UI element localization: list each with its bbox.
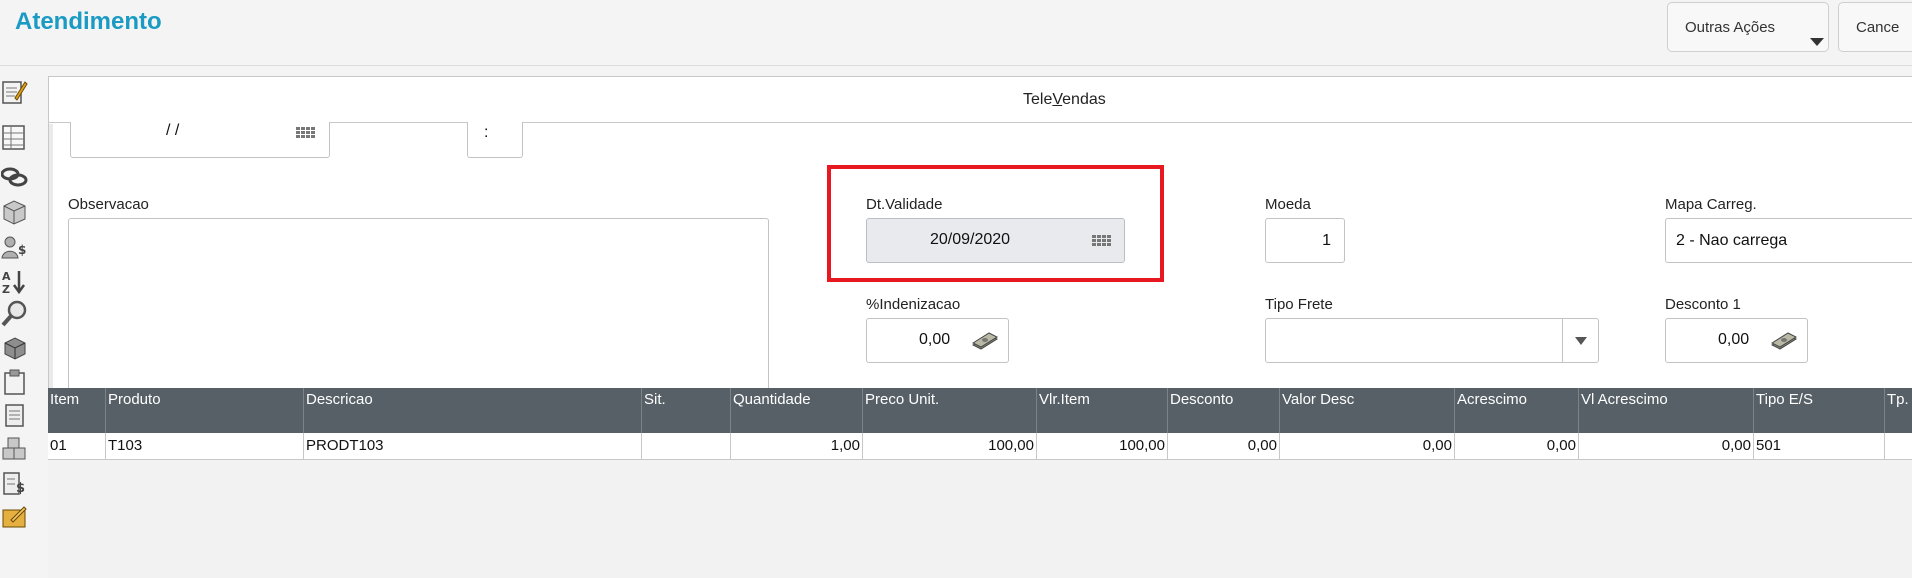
moeda-field[interactable]: 1 (1265, 218, 1345, 263)
product-box-icon[interactable] (1, 198, 28, 225)
tipo-frete-dropdown-button[interactable] (1562, 319, 1598, 362)
grid-col-preco-unit[interactable]: Preco Unit. (862, 388, 1036, 433)
tipo-frete-label: Tipo Frete (1265, 296, 1333, 313)
cancel-button[interactable]: Cance (1838, 2, 1912, 52)
left-toolbar: $ A Z $ (0, 76, 30, 578)
grid-cell-sit[interactable] (641, 433, 730, 460)
svg-text:$: $ (16, 481, 25, 496)
grid-col-acrescimo[interactable]: Acrescimo (1454, 388, 1578, 433)
money-icon[interactable] (971, 331, 999, 351)
grid-col-desconto[interactable]: Desconto (1167, 388, 1279, 433)
panel-titlebar: TeleVendas (49, 77, 1912, 123)
grid-cell-tipo-es[interactable]: 501 (1753, 433, 1884, 460)
clipboard-icon[interactable] (1, 368, 28, 395)
desconto1-field[interactable]: 0,00 (1665, 318, 1808, 363)
mapa-carreg-field[interactable]: 2 - Nao carrega (1665, 218, 1912, 263)
chevron-down-icon (1810, 38, 1824, 46)
outras-acoes-button[interactable]: Outras Ações (1667, 2, 1829, 52)
items-grid: Item Produto Descricao Sit. Quantidade P… (48, 388, 1912, 578)
svg-text:A: A (2, 270, 11, 283)
time-field-value: : (484, 124, 489, 141)
grid-col-vl-acrescimo[interactable]: Vl Acrescimo (1578, 388, 1753, 433)
indenizacao-label: %Indenizacao (866, 296, 961, 313)
indenizacao-value: 0,00 (919, 331, 951, 348)
highlight-box (827, 165, 1164, 282)
grid-cell-produto[interactable]: T103 (105, 433, 303, 460)
grid-cell-vlr-item[interactable]: 100,00 (1036, 433, 1167, 460)
sort-az-icon[interactable]: A Z (1, 268, 28, 295)
grid-cell-descricao[interactable]: PRODT103 (303, 433, 641, 460)
edit-note-icon[interactable] (1, 78, 28, 105)
grid-cell-preco-unit[interactable]: 100,00 (862, 433, 1036, 460)
desconto1-value: 0,00 (1718, 331, 1750, 348)
grid-col-tp[interactable]: Tp. (1884, 388, 1912, 433)
grid-header: Item Produto Descricao Sit. Quantidade P… (48, 388, 1912, 433)
panel-title: TeleVendas (1023, 91, 1106, 108)
time-field[interactable]: : (467, 122, 523, 158)
package-icon[interactable] (1, 334, 28, 361)
grid-col-descricao[interactable]: Descricao (303, 388, 641, 433)
grid-cell-vl-acrescimo[interactable]: 0,00 (1578, 433, 1753, 460)
edit-card-icon[interactable] (1, 502, 28, 529)
grid-col-valor-desc[interactable]: Valor Desc (1279, 388, 1454, 433)
search-icon[interactable] (1, 300, 28, 327)
grid-cell-desconto[interactable]: 0,00 (1167, 433, 1279, 460)
grid-col-item[interactable]: Item (48, 388, 105, 433)
grid-col-quantidade[interactable]: Quantidade (730, 388, 862, 433)
grid-col-tipo-es[interactable]: Tipo E/S (1753, 388, 1884, 433)
grid-cell-acrescimo[interactable]: 0,00 (1454, 433, 1578, 460)
chain-link-icon[interactable] (1, 164, 28, 191)
grid-col-sit[interactable]: Sit. (641, 388, 730, 433)
invoice-money-icon[interactable]: $ (1, 470, 28, 497)
document-scroll-icon[interactable] (1, 402, 28, 429)
desconto1-label: Desconto 1 (1665, 296, 1741, 313)
chevron-down-icon (1574, 336, 1587, 345)
outras-acoes-label: Outras Ações (1685, 18, 1776, 36)
observacao-textarea[interactable] (68, 218, 769, 392)
svg-text:Z: Z (2, 283, 10, 295)
moeda-label: Moeda (1265, 196, 1311, 213)
svg-text:$: $ (18, 243, 26, 257)
grid-cell-valor-desc[interactable]: 0,00 (1279, 433, 1454, 460)
table-row[interactable]: 01 T103 PRODT103 1,00 100,00 100,00 0,00… (48, 433, 1912, 460)
boxes-icon[interactable] (1, 436, 28, 463)
cancel-label: Cance (1856, 18, 1900, 36)
grid-col-vlr-item[interactable]: Vlr.Item (1036, 388, 1167, 433)
grid-cell-item[interactable]: 01 (48, 433, 105, 460)
spreadsheet-icon[interactable] (1, 124, 28, 151)
indenizacao-field[interactable]: 0,00 (866, 318, 1009, 363)
date-field[interactable]: / / (70, 122, 330, 158)
mapa-carreg-label: Mapa Carreg. (1665, 196, 1757, 213)
header-bar: Atendimento Outras Ações Cance (0, 0, 1912, 66)
tipo-frete-select[interactable] (1265, 318, 1599, 363)
grid-cell-tp[interactable] (1884, 433, 1912, 460)
customer-money-icon[interactable]: $ (1, 234, 28, 261)
calendar-icon[interactable] (295, 126, 317, 140)
page-title: Atendimento (15, 8, 162, 35)
grid-col-produto[interactable]: Produto (105, 388, 303, 433)
observacao-label: Observacao (68, 196, 149, 213)
grid-cell-quantidade[interactable]: 1,00 (730, 433, 862, 460)
money-icon[interactable] (1770, 331, 1798, 351)
date-field-value: / / (166, 122, 180, 139)
